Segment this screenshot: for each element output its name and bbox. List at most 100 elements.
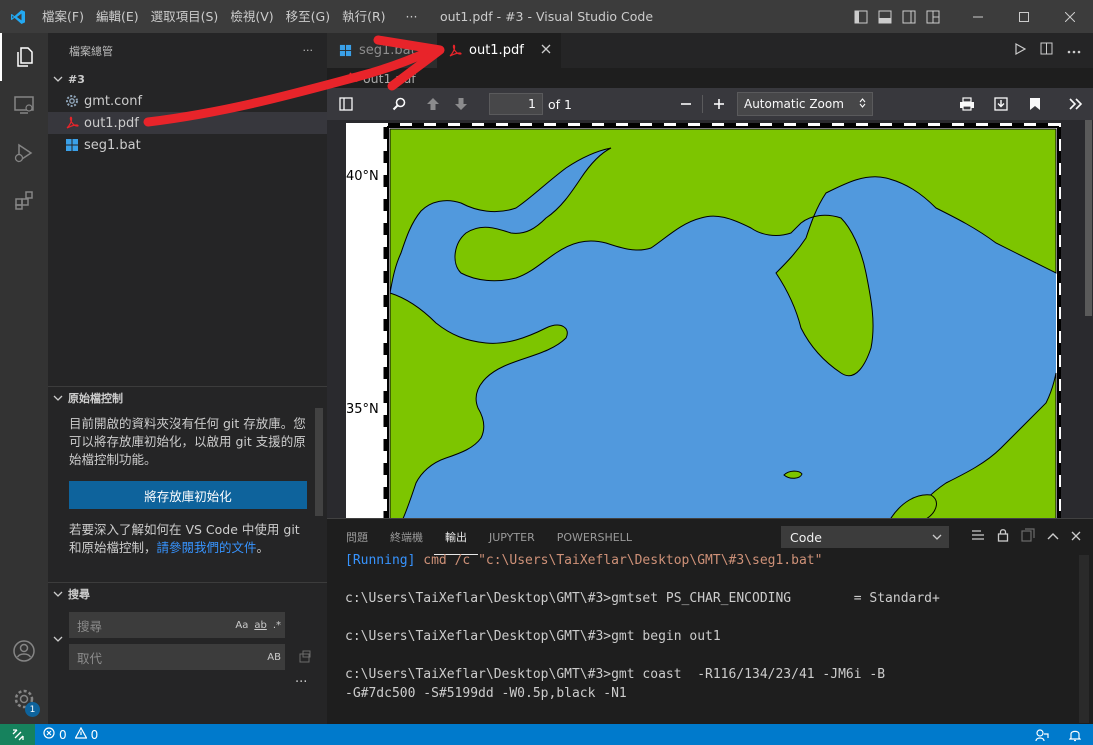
pdf-scroll-thumb[interactable] xyxy=(1085,120,1092,316)
chevron-down-icon xyxy=(932,530,942,545)
window-title: out1.pdf - #3 - Visual Studio Code xyxy=(439,9,654,24)
toggle-secondary-sidebar-icon[interactable] xyxy=(900,8,918,26)
minimize-icon[interactable] xyxy=(955,0,1001,33)
menu-view[interactable]: 檢視(V) xyxy=(224,0,279,33)
file-item-seg1-bat[interactable]: seg1.bat xyxy=(48,134,327,156)
remote-explorer-icon[interactable] xyxy=(0,81,48,129)
manage-gear-icon[interactable]: 1 xyxy=(0,675,48,723)
regex-button[interactable]: .* xyxy=(273,620,281,631)
find-icon[interactable] xyxy=(385,90,413,118)
maximize-icon[interactable] xyxy=(1001,0,1047,33)
explorer-more-button[interactable]: ··· xyxy=(303,44,314,57)
split-editor-icon[interactable] xyxy=(1040,42,1053,59)
search-input[interactable]: 搜尋 Aa ab .* xyxy=(69,612,285,638)
pdf-viewer[interactable]: 40°N 35°N xyxy=(327,120,1093,518)
open-log-icon[interactable] xyxy=(1021,528,1035,546)
replace-toggle[interactable] xyxy=(53,633,63,648)
match-word-button[interactable]: ab xyxy=(254,620,266,631)
replace-all-icon[interactable] xyxy=(298,650,312,668)
search-more-button[interactable]: ··· xyxy=(295,675,307,690)
menu-more[interactable]: ··· xyxy=(392,0,424,33)
tab-output[interactable]: 輸出 xyxy=(434,519,478,555)
output-line: c:\Users\TaiXeflar\Desktop\GMT\#3>gmtset… xyxy=(345,591,940,606)
scm-docs-link[interactable]: 請參閱我們的文件 xyxy=(157,540,257,555)
preserve-case-button[interactable]: AB xyxy=(267,652,281,663)
problems-status[interactable]: 0 0 xyxy=(43,726,99,742)
error-icon xyxy=(43,727,55,742)
output-channel-select[interactable]: Code xyxy=(781,526,949,548)
file-item-out1-pdf[interactable]: out1.pdf xyxy=(48,112,327,134)
menu-go[interactable]: 移至(G) xyxy=(280,0,336,33)
clear-output-icon[interactable] xyxy=(971,529,985,545)
replace-input[interactable]: 取代 AB xyxy=(69,644,285,670)
run-icon[interactable] xyxy=(1014,42,1027,59)
error-count: 0 xyxy=(59,727,67,742)
tab-out1-pdf[interactable]: out1.pdf xyxy=(437,33,561,68)
folder-header[interactable]: #3 xyxy=(48,68,327,90)
tab-powershell[interactable]: POWERSHELL xyxy=(546,519,643,555)
breadcrumb: out1.pdf xyxy=(327,68,1093,88)
extensions-icon[interactable] xyxy=(0,177,48,225)
previous-page-icon[interactable] xyxy=(419,90,447,118)
sidebar: 檔案總管 ··· #3 gmt.conf out1.pdf seg1.bat 原… xyxy=(48,33,327,724)
pdf-icon xyxy=(345,72,358,85)
activity-bar: 1 xyxy=(0,33,48,724)
page-number-input[interactable]: 1 xyxy=(489,93,543,115)
maximize-panel-icon[interactable] xyxy=(1047,530,1059,545)
menu-selection[interactable]: 選取項目(S) xyxy=(145,0,225,33)
more-actions-icon[interactable] xyxy=(1067,43,1081,58)
chevron-down-icon xyxy=(48,74,68,84)
output-scrollbar[interactable] xyxy=(1079,555,1089,723)
toggle-sidebar-icon[interactable] xyxy=(852,8,870,26)
menu-file[interactable]: 檔案(F) xyxy=(36,0,90,33)
sidebar-toggle-icon[interactable] xyxy=(332,90,360,118)
match-case-button[interactable]: Aa xyxy=(235,620,248,631)
pdf-icon xyxy=(447,44,463,58)
scm-header[interactable]: 原始檔控制 xyxy=(48,387,327,409)
lock-scroll-icon[interactable] xyxy=(997,528,1009,546)
warning-icon xyxy=(74,726,88,742)
run-debug-icon[interactable] xyxy=(0,129,48,177)
download-icon[interactable] xyxy=(987,90,1015,118)
zoom-select[interactable]: Automatic Zoom xyxy=(736,92,873,116)
zoom-out-icon[interactable] xyxy=(672,90,700,118)
layout-controls xyxy=(852,0,942,33)
menu-run[interactable]: 執行(R) xyxy=(336,0,391,33)
pdf-toolbar: 1 of 1 Automatic Zoom xyxy=(327,88,1093,120)
customize-layout-icon[interactable] xyxy=(924,8,942,26)
remote-indicator[interactable] xyxy=(0,724,35,745)
next-page-icon[interactable] xyxy=(447,90,475,118)
map-image xyxy=(383,122,1063,518)
feedback-icon[interactable] xyxy=(1035,728,1049,745)
menu-edit[interactable]: 編輯(E) xyxy=(90,0,145,33)
pdf-scrollbar[interactable] xyxy=(1083,120,1093,518)
tab-terminal[interactable]: 終端機 xyxy=(379,519,434,555)
bookmark-icon[interactable] xyxy=(1021,90,1049,118)
breadcrumb-file[interactable]: out1.pdf xyxy=(363,71,416,86)
panel-actions xyxy=(971,519,1081,555)
output-channel-value: Code xyxy=(790,529,823,545)
tab-problems[interactable]: 問題 xyxy=(335,519,379,555)
tab-jupyter[interactable]: JUPYTER xyxy=(478,519,546,555)
file-item-gmt-conf[interactable]: gmt.conf xyxy=(48,90,327,112)
tab-seg1-bat[interactable]: seg1.bat xyxy=(327,33,437,68)
search-header[interactable]: 搜尋 xyxy=(48,583,327,605)
replace-placeholder: 取代 xyxy=(77,650,103,666)
warning-count: 0 xyxy=(90,727,99,742)
close-panel-icon[interactable] xyxy=(1071,530,1081,545)
status-bar: 0 0 xyxy=(0,724,1093,745)
tools-chevron-icon[interactable] xyxy=(1062,90,1090,118)
search-options: Aa ab .* xyxy=(235,612,281,638)
close-window-icon[interactable] xyxy=(1047,0,1093,33)
accounts-icon[interactable] xyxy=(0,627,48,675)
file-label: gmt.conf xyxy=(84,93,143,109)
print-icon[interactable] xyxy=(953,90,981,118)
close-tab-icon[interactable] xyxy=(541,43,551,58)
notifications-icon[interactable] xyxy=(1068,728,1082,745)
toggle-panel-icon[interactable] xyxy=(876,8,894,26)
output-line: [Running] cmd /c "c:\Users\TaiXeflar\Des… xyxy=(345,551,940,570)
init-repo-button[interactable]: 將存放庫初始化 xyxy=(69,481,307,509)
output-line: -G#7dc500 -S#5199dd -W0.5p,black -N1 xyxy=(345,686,627,701)
zoom-in-icon[interactable] xyxy=(705,90,733,118)
explorer-icon[interactable] xyxy=(0,33,48,81)
